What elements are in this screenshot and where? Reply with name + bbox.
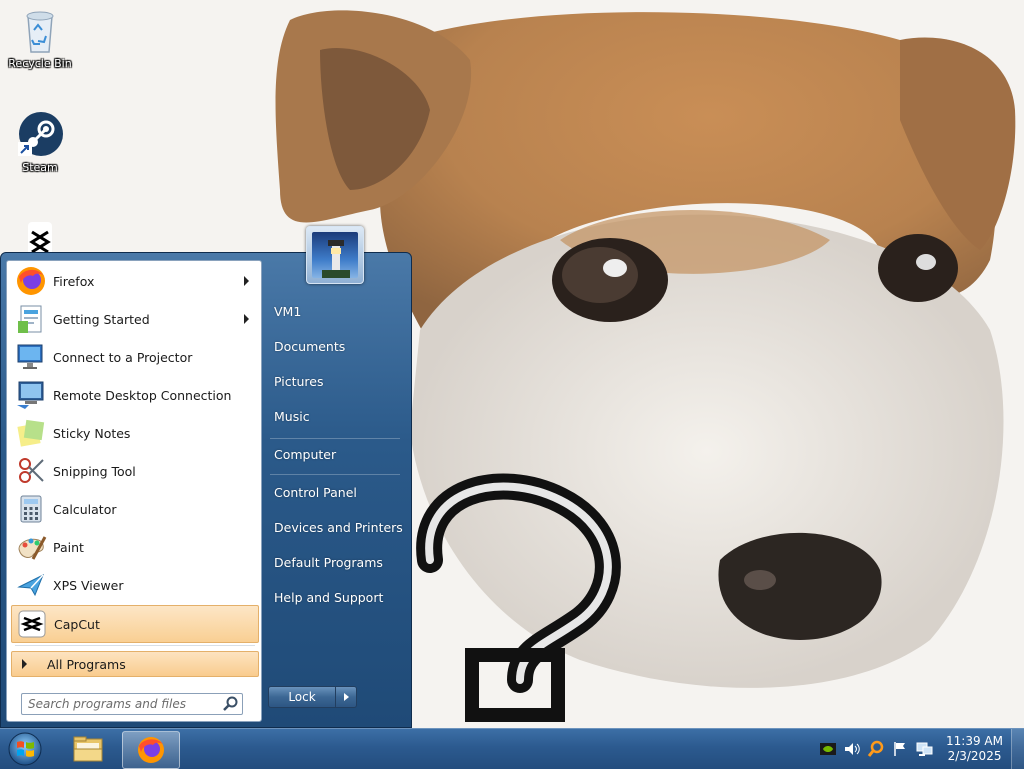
places-item-vm1[interactable]: VM1 bbox=[262, 298, 414, 326]
places-item-label: Pictures bbox=[274, 374, 324, 389]
all-programs-label: All Programs bbox=[47, 656, 126, 672]
getting-started-icon bbox=[15, 303, 47, 335]
places-item-default-programs[interactable]: Default Programs bbox=[262, 549, 414, 577]
start-menu-places-pane: VM1 Documents Pictures Music Computer Co… bbox=[260, 252, 410, 726]
desktop-icon-label: Steam bbox=[22, 161, 58, 174]
places-item-label: Documents bbox=[274, 339, 346, 354]
program-paint[interactable]: Paint bbox=[11, 529, 257, 565]
search-icon[interactable] bbox=[867, 740, 885, 758]
places-item-label: VM1 bbox=[274, 304, 302, 319]
program-xps-viewer[interactable]: XPS Viewer bbox=[11, 567, 257, 603]
program-label: CapCut bbox=[54, 616, 100, 632]
desktop-icon-recycle-bin[interactable]: Recycle Bin bbox=[2, 6, 78, 70]
start-button[interactable] bbox=[6, 731, 44, 767]
program-label: Paint bbox=[53, 539, 84, 555]
program-label: Calculator bbox=[53, 501, 117, 517]
taskbar: 11:39 AM 2/3/2025 bbox=[0, 728, 1024, 769]
places-item-documents[interactable]: Documents bbox=[262, 333, 414, 361]
all-programs-button[interactable]: All Programs bbox=[11, 651, 259, 677]
places-item-label: Help and Support bbox=[274, 590, 384, 605]
snipping-tool-icon bbox=[15, 455, 47, 487]
program-remote-desktop-connection[interactable]: Remote Desktop Connection bbox=[11, 377, 257, 413]
lock-button-group: Lock bbox=[268, 686, 358, 708]
steam-icon bbox=[16, 110, 64, 158]
recycle-bin-icon bbox=[16, 6, 64, 54]
places-item-label: Control Panel bbox=[274, 485, 357, 500]
start-menu: Firefox Getting Started Connect to a Pro… bbox=[0, 226, 412, 728]
projector-icon bbox=[15, 341, 47, 373]
program-label: XPS Viewer bbox=[53, 577, 124, 593]
start-search-box bbox=[21, 693, 243, 715]
clock-time: 11:39 AM bbox=[946, 734, 1003, 748]
calculator-icon bbox=[15, 493, 47, 525]
program-calculator[interactable]: Calculator bbox=[11, 491, 257, 527]
taskbar-clock[interactable]: 11:39 AM 2/3/2025 bbox=[946, 734, 1003, 764]
program-connect-to-a-projector[interactable]: Connect to a Projector bbox=[11, 339, 257, 375]
flag-icon[interactable] bbox=[891, 740, 909, 758]
program-firefox[interactable]: Firefox bbox=[11, 263, 257, 299]
taskbar-firefox-button[interactable] bbox=[122, 731, 180, 769]
program-getting-started[interactable]: Getting Started bbox=[11, 301, 257, 337]
places-item-label: Computer bbox=[274, 447, 337, 462]
places-item-control-panel[interactable]: Control Panel bbox=[262, 479, 414, 507]
lock-button[interactable]: Lock bbox=[268, 686, 336, 708]
system-tray: 11:39 AM 2/3/2025 bbox=[816, 729, 1024, 769]
program-label: Snipping Tool bbox=[53, 463, 136, 479]
shutdown-options-arrow-icon[interactable] bbox=[336, 686, 357, 708]
programs-separator bbox=[15, 645, 255, 646]
clock-date: 2/3/2025 bbox=[947, 749, 1002, 763]
places-item-computer[interactable]: Computer bbox=[262, 441, 414, 469]
places-separator bbox=[270, 438, 400, 439]
program-label: Connect to a Projector bbox=[53, 349, 193, 365]
desktop-icon-steam[interactable]: Steam bbox=[2, 110, 78, 174]
firefox-icon bbox=[15, 265, 47, 297]
expand-arrow-icon bbox=[22, 659, 27, 669]
program-sticky-notes[interactable]: Sticky Notes bbox=[11, 415, 257, 451]
places-item-help-and-support[interactable]: Help and Support bbox=[262, 584, 414, 612]
submenu-arrow-icon[interactable] bbox=[244, 276, 249, 286]
program-label: Remote Desktop Connection bbox=[53, 387, 232, 403]
xps-viewer-icon bbox=[15, 569, 47, 601]
places-item-label: Default Programs bbox=[274, 555, 383, 570]
volume-icon[interactable] bbox=[843, 740, 861, 758]
places-item-devices-and-printers[interactable]: Devices and Printers bbox=[262, 514, 414, 542]
program-capcut[interactable]: CapCut bbox=[11, 605, 259, 643]
places-item-pictures[interactable]: Pictures bbox=[262, 368, 414, 396]
search-icon[interactable] bbox=[222, 695, 240, 713]
firefox-icon bbox=[138, 737, 164, 763]
places-item-label: Devices and Printers bbox=[274, 520, 403, 535]
places-separator bbox=[270, 474, 400, 475]
nvidia-icon[interactable] bbox=[819, 740, 837, 758]
places-item-label: Music bbox=[274, 409, 310, 424]
program-label: Firefox bbox=[53, 273, 95, 289]
network-icon[interactable] bbox=[915, 740, 933, 758]
program-label: Getting Started bbox=[53, 311, 150, 327]
places-item-music[interactable]: Music bbox=[262, 403, 414, 431]
submenu-arrow-icon[interactable] bbox=[244, 314, 249, 324]
program-label: Sticky Notes bbox=[53, 425, 131, 441]
paint-icon bbox=[15, 531, 47, 563]
show-desktop-button[interactable] bbox=[1011, 729, 1024, 769]
desktop-icon-label: Recycle Bin bbox=[8, 57, 72, 70]
program-snipping-tool[interactable]: Snipping Tool bbox=[11, 453, 257, 489]
taskbar-windows-explorer-button[interactable] bbox=[60, 731, 116, 767]
folder-icon bbox=[73, 736, 103, 762]
start-menu-programs-pane: Firefox Getting Started Connect to a Pro… bbox=[6, 260, 262, 722]
capcut-icon bbox=[16, 608, 48, 640]
sticky-notes-icon bbox=[15, 417, 47, 449]
windows-logo-icon bbox=[8, 732, 42, 766]
search-input[interactable] bbox=[22, 696, 222, 712]
remote-desktop-icon bbox=[15, 379, 47, 411]
